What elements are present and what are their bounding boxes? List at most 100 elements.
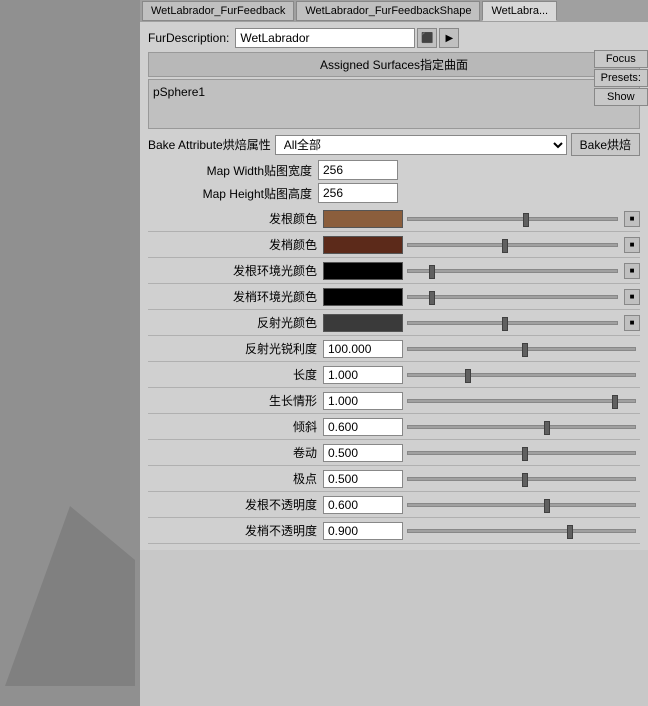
bake-dropdown[interactable]: All全部 (275, 135, 567, 155)
slider-container[interactable] (407, 340, 636, 358)
slider-thumb[interactable] (523, 213, 529, 227)
arrow-icon-btn[interactable]: ▶ (439, 28, 459, 48)
prop-value-input[interactable] (323, 470, 403, 488)
color-swatch[interactable] (323, 314, 403, 332)
slider-track (407, 425, 636, 429)
slider-thumb[interactable] (502, 239, 508, 253)
map-height-label: Map Height贴图高度 (148, 185, 318, 202)
prop-label: 发梢环境光颜色 (148, 288, 323, 305)
presets-button[interactable]: Presets: (594, 69, 648, 87)
prop-row: 发根颜色 ■ (148, 206, 640, 232)
slider-container[interactable] (407, 470, 636, 488)
color-swatch[interactable] (323, 236, 403, 254)
slider-container[interactable] (407, 236, 618, 254)
prop-row: 发梢环境光颜色 ■ (148, 284, 640, 310)
slider-container[interactable] (407, 418, 636, 436)
prop-value-input[interactable] (323, 418, 403, 436)
slider-track (407, 529, 636, 533)
slider-thumb[interactable] (522, 473, 528, 487)
focus-button[interactable]: Focus (594, 50, 648, 68)
slider-container[interactable] (407, 262, 618, 280)
slider-thumb[interactable] (522, 343, 528, 357)
tab-wet-labrador-feedback[interactable]: WetLabrador_FurFeedback (142, 1, 294, 21)
swatch-picker-icon[interactable]: ■ (624, 237, 640, 253)
swatch-picker-icon[interactable]: ■ (624, 263, 640, 279)
prop-row: 生长情形 (148, 388, 640, 414)
prop-row: 发梢不透明度 (148, 518, 640, 544)
prop-value-input[interactable] (323, 522, 403, 540)
prop-label: 生长情形 (148, 392, 323, 409)
content-area: Focus Presets: Show FurDescription: ⬛ ▶ … (140, 22, 648, 550)
prop-label: 发根环境光颜色 (148, 262, 323, 279)
slider-container[interactable] (407, 444, 636, 462)
prop-row: 发梢颜色 ■ (148, 232, 640, 258)
tab-wet-labra[interactable]: WetLabra... (482, 1, 557, 21)
slider-track (407, 503, 636, 507)
sidebar-shape (5, 506, 135, 686)
show-button[interactable]: Show (594, 88, 648, 106)
slider-track (407, 321, 618, 325)
top-right-panel: Focus Presets: Show (594, 50, 648, 106)
color-swatch[interactable] (323, 262, 403, 280)
slider-thumb[interactable] (612, 395, 618, 409)
slider-thumb[interactable] (522, 447, 528, 461)
folder-icon-btn[interactable]: ⬛ (417, 28, 437, 48)
prop-value-input[interactable] (323, 392, 403, 410)
color-swatch[interactable] (323, 288, 403, 306)
tab-bar: WetLabrador_FurFeedback WetLabrador_FurF… (140, 0, 648, 22)
slider-track (407, 451, 636, 455)
prop-label: 长度 (148, 366, 323, 383)
bake-row: Bake Attribute烘焙属性 All全部 Bake烘焙 (148, 133, 640, 156)
slider-thumb[interactable] (544, 499, 550, 513)
color-swatch[interactable] (323, 210, 403, 228)
swatch-picker-icon[interactable]: ■ (624, 211, 640, 227)
prop-row: 发根不透明度 (148, 492, 640, 518)
slider-container[interactable] (407, 522, 636, 540)
assigned-surfaces-header: Assigned Surfaces指定曲面 (148, 52, 640, 77)
fur-description-input[interactable] (235, 28, 415, 48)
prop-value-input[interactable] (323, 340, 403, 358)
prop-row: 发根环境光颜色 ■ (148, 258, 640, 284)
prop-label: 反射光锐利度 (148, 340, 323, 357)
prop-label: 发梢不透明度 (148, 522, 323, 539)
slider-thumb[interactable] (502, 317, 508, 331)
slider-thumb[interactable] (465, 369, 471, 383)
map-width-input[interactable] (318, 160, 398, 180)
slider-thumb[interactable] (429, 265, 435, 279)
prop-row: 反射光颜色■ (148, 310, 640, 336)
assigned-surfaces-area: pSphere1 (148, 79, 640, 129)
slider-container[interactable] (407, 314, 618, 332)
prop-value-input[interactable] (323, 496, 403, 514)
prop-label: 卷动 (148, 444, 323, 461)
bake-button[interactable]: Bake烘焙 (571, 133, 640, 156)
slider-container[interactable] (407, 288, 618, 306)
bake-attribute-label: Bake Attribute烘焙属性 (148, 136, 271, 153)
tab-wet-labrador-shape[interactable]: WetLabrador_FurFeedbackShape (296, 1, 480, 21)
arrow-icon: ▶ (446, 33, 454, 44)
surface-item-psphere1: pSphere1 (153, 84, 635, 100)
prop-value-input[interactable] (323, 366, 403, 384)
prop-row: 极点 (148, 466, 640, 492)
map-height-input[interactable] (318, 183, 398, 203)
slider-track (407, 347, 636, 351)
slider-container[interactable] (407, 496, 636, 514)
slider-thumb[interactable] (544, 421, 550, 435)
prop-row: 反射光锐利度 (148, 336, 640, 362)
slider-track (407, 477, 636, 481)
slider-thumb[interactable] (429, 291, 435, 305)
folder-icon: ⬛ (421, 33, 433, 44)
swatch-picker-icon[interactable]: ■ (624, 315, 640, 331)
slider-container[interactable] (407, 392, 636, 410)
prop-label: 发根颜色 (148, 210, 323, 227)
fur-description-row: FurDescription: ⬛ ▶ (148, 28, 640, 48)
prop-row: 长度 (148, 362, 640, 388)
swatch-picker-icon[interactable]: ■ (624, 289, 640, 305)
slider-container[interactable] (407, 366, 636, 384)
slider-thumb[interactable] (567, 525, 573, 539)
slider-track (407, 295, 618, 299)
prop-label: 发梢颜色 (148, 236, 323, 253)
prop-value-input[interactable] (323, 444, 403, 462)
prop-label: 极点 (148, 470, 323, 487)
slider-container[interactable] (407, 210, 618, 228)
left-sidebar (0, 0, 140, 706)
